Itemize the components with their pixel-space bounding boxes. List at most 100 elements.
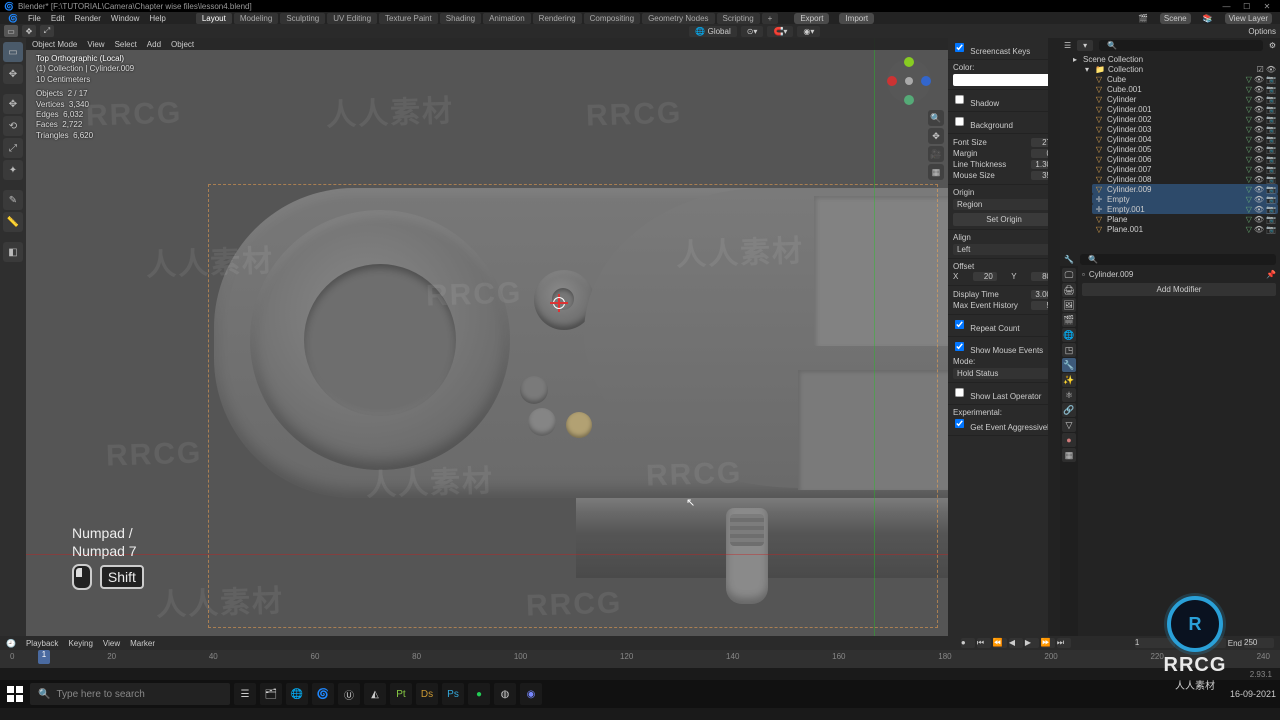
- camera-icon[interactable]: 🎥: [928, 146, 944, 162]
- set-origin-button[interactable]: Set Origin: [953, 213, 1055, 226]
- outliner-item[interactable]: ▽Cylinder.009▽👁📷: [1092, 184, 1278, 194]
- tl-view[interactable]: View: [103, 639, 120, 648]
- menu-edit[interactable]: Edit: [51, 14, 65, 23]
- outliner-item[interactable]: ▽Cylinder.002▽👁📷: [1092, 114, 1278, 124]
- tool-cursor[interactable]: ✥: [3, 64, 23, 84]
- align-dropdown[interactable]: Left: [953, 244, 1055, 255]
- app-discord-icon[interactable]: ◉: [520, 683, 542, 705]
- app-pt-icon[interactable]: Pt: [390, 683, 412, 705]
- propedit-dropdown[interactable]: ◉▾: [797, 26, 820, 37]
- scene-dropdown[interactable]: Scene: [1160, 13, 1191, 24]
- line-thickness-row[interactable]: Line Thickness1.30: [953, 159, 1055, 170]
- snap-dropdown[interactable]: 🧲▾: [767, 26, 793, 37]
- jump-start-icon[interactable]: ⏮: [977, 638, 991, 648]
- export-button[interactable]: Export: [794, 13, 829, 24]
- menu-view[interactable]: View: [87, 40, 104, 49]
- prop-tab-modifier[interactable]: 🔧: [1062, 358, 1076, 372]
- npanel-tabs[interactable]: [1048, 38, 1060, 636]
- repeat-count-checkbox[interactable]: Repeat Count: [953, 324, 1020, 333]
- menu-file[interactable]: File: [28, 14, 41, 23]
- prop-tab-constraints[interactable]: 🔗: [1062, 403, 1076, 417]
- menu-select[interactable]: Select: [115, 40, 137, 49]
- menu-help[interactable]: Help: [149, 14, 165, 23]
- outliner[interactable]: ▸Scene Collection ▾📁Collection ☑👁 ▽Cube▽…: [1060, 52, 1280, 252]
- props-search[interactable]: 🔍: [1080, 254, 1276, 265]
- app-spotify-icon[interactable]: ●: [468, 683, 490, 705]
- tool-addcube[interactable]: ◧: [3, 242, 23, 262]
- tool-select-box[interactable]: ▭: [3, 42, 23, 62]
- mode-dropdown[interactable]: Hold Status: [953, 368, 1055, 379]
- app-ps-icon[interactable]: Ps: [442, 683, 464, 705]
- outliner-item[interactable]: ▽Plane▽👁📷: [1092, 214, 1278, 224]
- next-key-icon[interactable]: ⏩: [1041, 638, 1055, 648]
- tab-script[interactable]: Scripting: [717, 13, 760, 24]
- viewlayer-dropdown[interactable]: View Layer: [1225, 13, 1272, 24]
- outliner-item[interactable]: ▽Cylinder▽👁📷: [1092, 94, 1278, 104]
- menu-object[interactable]: Object: [171, 40, 194, 49]
- prop-tab-texture[interactable]: ▦: [1062, 448, 1076, 462]
- timeline-icon[interactable]: 🕘: [6, 639, 16, 648]
- prop-tab-data[interactable]: ▽: [1062, 418, 1076, 432]
- display-time-row[interactable]: Display Time3.00: [953, 289, 1055, 300]
- outliner-item[interactable]: ▽Cylinder.001▽👁📷: [1092, 104, 1278, 114]
- tab-uv[interactable]: UV Editing: [327, 13, 377, 24]
- outliner-item[interactable]: ✛Empty▽👁📷: [1092, 194, 1278, 204]
- show-last-op-checkbox[interactable]: Show Last Operator: [953, 392, 1041, 401]
- outliner-item[interactable]: ▽Cylinder.004▽👁📷: [1092, 134, 1278, 144]
- tab-render[interactable]: Rendering: [533, 13, 582, 24]
- tl-keying[interactable]: Keying: [68, 639, 92, 648]
- outliner-item[interactable]: ▽Cylinder.008▽👁📷: [1092, 174, 1278, 184]
- tab-geonodes[interactable]: Geometry Nodes: [642, 13, 714, 24]
- outliner-item[interactable]: ▽Cylinder.007▽👁📷: [1092, 164, 1278, 174]
- tool-move[interactable]: ✥: [3, 94, 23, 114]
- shadow-checkbox[interactable]: Shadow: [953, 99, 999, 108]
- outliner-item[interactable]: ▽Cylinder.005▽👁📷: [1092, 144, 1278, 154]
- margin-row[interactable]: Margin0: [953, 148, 1055, 159]
- app-misc-icon[interactable]: ◍: [494, 683, 516, 705]
- outliner-item[interactable]: ▽Cube.001▽👁📷: [1092, 84, 1278, 94]
- prop-tab-object[interactable]: ◳: [1062, 343, 1076, 357]
- pivot-dropdown[interactable]: ⊙▾: [741, 26, 764, 37]
- drag-icon[interactable]: ⤢: [40, 25, 54, 37]
- prop-tab-material[interactable]: ●: [1062, 433, 1076, 447]
- prop-tab-render[interactable]: 🖵: [1062, 268, 1076, 282]
- prev-key-icon[interactable]: ⏪: [993, 638, 1007, 648]
- tl-playback[interactable]: Playback: [26, 639, 58, 648]
- tab-sculpting[interactable]: Sculpting: [280, 13, 325, 24]
- nav-gizmo[interactable]: [884, 56, 934, 106]
- prop-tab-viewlayer[interactable]: 🖼: [1062, 298, 1076, 312]
- tab-add[interactable]: +: [762, 13, 779, 24]
- outliner-item[interactable]: ▽Cube▽👁📷: [1092, 74, 1278, 84]
- tab-comp[interactable]: Compositing: [584, 13, 640, 24]
- tl-marker[interactable]: Marker: [130, 639, 155, 648]
- task-view-icon[interactable]: ☰: [234, 683, 256, 705]
- prop-tab-output[interactable]: 🖨: [1062, 283, 1076, 297]
- tab-layout[interactable]: Layout: [196, 13, 232, 24]
- app-unreal-icon[interactable]: Ⓤ: [338, 683, 360, 705]
- zoom-icon[interactable]: 🔍: [928, 110, 944, 126]
- app-blender-icon[interactable]: 🌀: [312, 683, 334, 705]
- app-substance-icon[interactable]: ◭: [364, 683, 386, 705]
- outliner-item[interactable]: ✛Empty.001▽👁📷: [1092, 204, 1278, 214]
- add-modifier-dropdown[interactable]: Add Modifier: [1082, 283, 1276, 296]
- taskbar-search[interactable]: 🔍 Type here to search: [30, 683, 230, 705]
- screencast-checkbox[interactable]: Screencast Keys: [953, 47, 1030, 56]
- outliner-search[interactable]: 🔍: [1099, 40, 1263, 51]
- close-icon[interactable]: ✕: [1258, 2, 1276, 11]
- tab-anim[interactable]: Animation: [483, 13, 531, 24]
- window-controls[interactable]: — ☐ ✕: [1218, 2, 1276, 11]
- orientation-dropdown[interactable]: 🌐 Global: [689, 26, 736, 37]
- outliner-item[interactable]: ▽Plane.001▽👁📷: [1092, 224, 1278, 234]
- cursor-tool-icon[interactable]: ✥: [22, 25, 36, 37]
- maximize-icon[interactable]: ☐: [1238, 2, 1256, 11]
- play-icon[interactable]: ▶: [1025, 638, 1039, 648]
- region-dropdown[interactable]: Region: [953, 199, 1055, 210]
- filter-icon[interactable]: ⚙: [1269, 41, 1276, 50]
- app-chrome-icon[interactable]: 🌐: [286, 683, 308, 705]
- outliner-item[interactable]: ▽Cylinder.003▽👁📷: [1092, 124, 1278, 134]
- outliner-item[interactable]: ▽Cylinder.006▽👁📷: [1092, 154, 1278, 164]
- tool-annotate[interactable]: ✎: [3, 190, 23, 210]
- font-size-row[interactable]: Font Size27: [953, 137, 1055, 148]
- mode-dropdown[interactable]: Object Mode: [32, 40, 77, 49]
- play-rev-icon[interactable]: ◀: [1009, 638, 1023, 648]
